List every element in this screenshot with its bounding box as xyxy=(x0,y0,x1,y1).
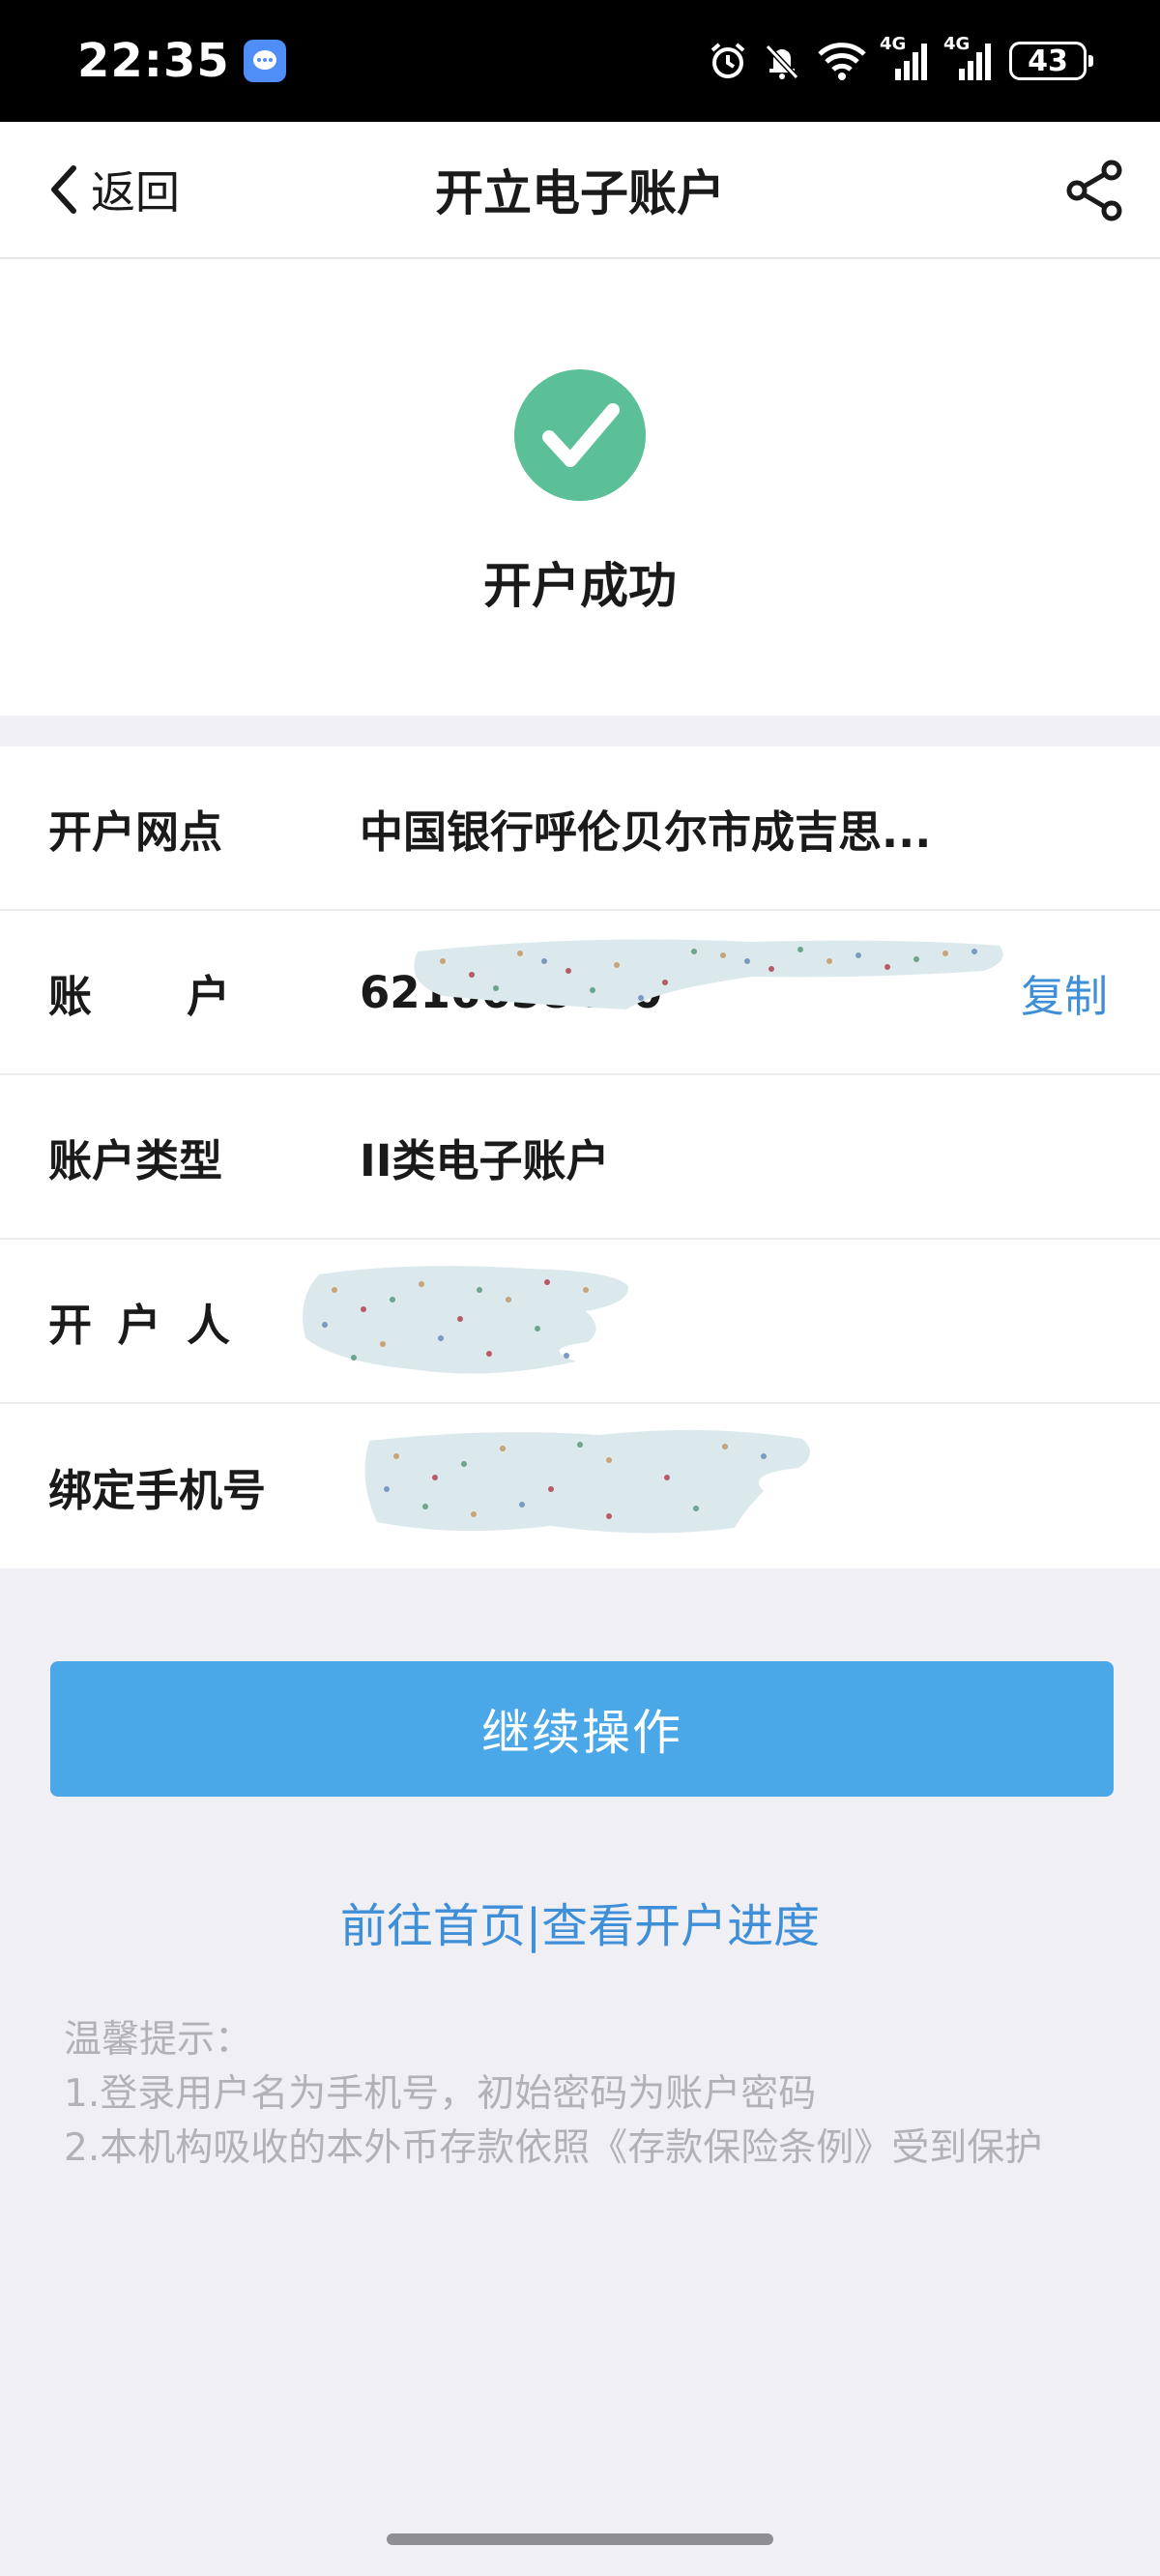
success-text: 开户成功 xyxy=(483,558,677,614)
link-separator: | xyxy=(525,1899,542,1953)
signal-icon-2: 4G xyxy=(943,34,996,82)
success-section: 开户成功 xyxy=(0,259,1160,716)
info-row-branch: 开户网点 中国银行呼伦贝尔市成吉思... xyxy=(0,746,1160,911)
info-label-holder-char-1: 开 xyxy=(48,1299,93,1351)
battery-icon: 43 xyxy=(1009,42,1093,80)
network-label-2: 4G xyxy=(943,34,971,54)
check-circle-icon xyxy=(514,369,646,501)
tips-title: 温馨提示： xyxy=(64,2018,253,2062)
redaction-mark xyxy=(303,1266,629,1374)
info-label-holder-char-2: 户 xyxy=(117,1299,161,1351)
status-right: 4G 4G 43 xyxy=(708,34,1093,82)
continue-button[interactable]: 继续操作 xyxy=(50,1661,1114,1797)
status-bar: 22:35 4G 4G 43 xyxy=(0,0,1160,122)
info-row-phone: 绑定手机号 xyxy=(0,1404,1160,1568)
info-label-account-type: 账户类型 xyxy=(48,1134,223,1186)
info-label-holder-char-3: 人 xyxy=(186,1299,230,1351)
info-value-account-type: II类电子账户 xyxy=(360,1134,610,1186)
account-info-list: 开户网点 中国银行呼伦贝尔市成吉思... 账 户 6216658400 复制 账… xyxy=(0,746,1160,1568)
info-row-account: 账 户 6216658400 复制 xyxy=(0,911,1160,1075)
home-link[interactable]: 前往首页 xyxy=(340,1899,526,1953)
wifi-icon xyxy=(816,41,868,81)
copy-account-button[interactable]: 复制 xyxy=(1021,961,1108,1024)
info-label-account-char-1: 账 xyxy=(48,970,93,1022)
info-label-holder: 开 户 人 xyxy=(48,1290,230,1353)
status-left: 22:35 xyxy=(77,34,286,88)
info-label-branch: 开户网点 xyxy=(48,805,223,858)
battery-level: 43 xyxy=(1028,44,1068,78)
info-row-holder: 开 户 人 xyxy=(0,1240,1160,1404)
bottom-links: 前往首页|查看开户进度 xyxy=(0,1888,1160,1955)
info-label-account: 账 户 xyxy=(48,961,230,1024)
status-time: 22:35 xyxy=(77,34,230,88)
chevron-left-icon xyxy=(51,165,76,214)
tips-section: 温馨提示： 1.登录用户名为手机号，初始密码为账户密码 2.本机构吸收的本外币存… xyxy=(64,2013,1088,2176)
info-row-account-type: 账户类型 II类电子账户 xyxy=(0,1075,1160,1240)
home-indicator[interactable] xyxy=(387,2533,773,2545)
tips-line-1: 1.登录用户名为手机号，初始密码为账户密码 xyxy=(64,2072,817,2116)
signal-icon: 4G xyxy=(880,34,932,82)
redaction-mark xyxy=(364,1429,811,1534)
message-app-icon xyxy=(243,40,286,82)
info-value-branch: 中国银行呼伦贝尔市成吉思... xyxy=(360,805,932,858)
back-label: 返回 xyxy=(91,166,180,219)
info-label-phone: 绑定手机号 xyxy=(48,1464,267,1516)
redaction-mark xyxy=(414,939,1003,1010)
share-icon[interactable] xyxy=(1063,159,1127,222)
nav-bar: 返回 开立电子账户 xyxy=(0,122,1160,259)
view-progress-link[interactable]: 查看开户进度 xyxy=(541,1899,820,1953)
back-button[interactable]: 返回 xyxy=(44,122,180,257)
bell-muted-icon xyxy=(762,41,802,81)
info-label-account-char-2: 户 xyxy=(186,970,230,1022)
network-label-1: 4G xyxy=(880,34,907,54)
alarm-icon xyxy=(708,41,748,81)
tips-line-2: 2.本机构吸收的本外币存款依照《存款保险条例》受到保护 xyxy=(64,2126,1043,2170)
